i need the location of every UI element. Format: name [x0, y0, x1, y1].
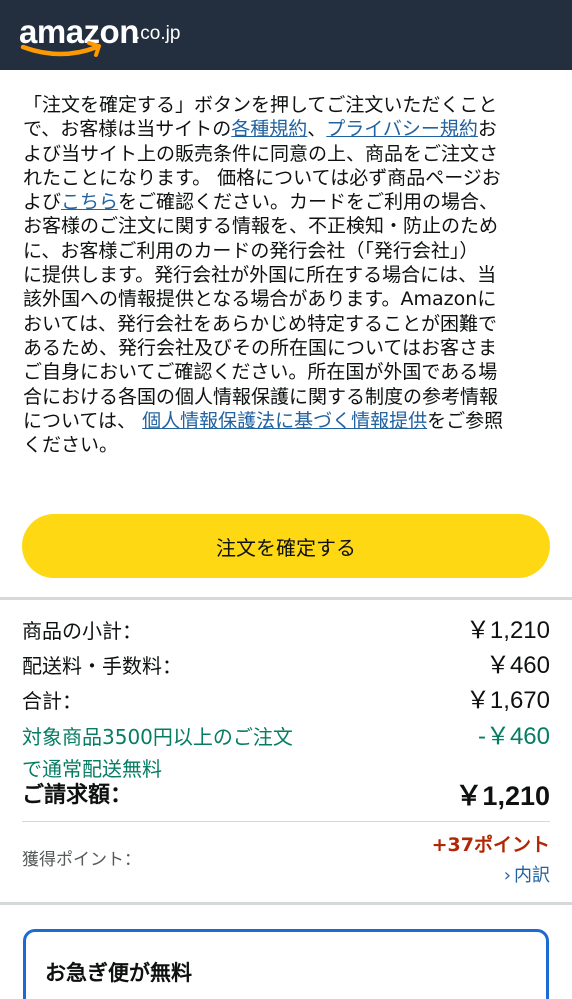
terms-line: あるため、発行会社及びその所在国についてはお客さま — [23, 336, 553, 360]
section-divider — [0, 597, 572, 600]
shipping-row: 配送料・手数料： ￥460 — [22, 651, 550, 681]
subtotal-label: 商品の小計： — [22, 619, 142, 643]
breakdown-label: 内訳 — [514, 865, 550, 886]
terms-text: ください。 — [23, 434, 119, 457]
terms-line: 該外国への情報提供となる場合があります。Amazonに — [23, 287, 553, 311]
total-value: ￥1,670 — [465, 687, 550, 714]
points-breakdown-link[interactable]: › 内訳 — [504, 861, 550, 887]
terms-text: おいては、発行会社をあらかじめ特定することが困難で — [23, 312, 498, 335]
terms-line: 「注文を確定する」ボタンを押してご注文いただくこと — [23, 93, 553, 117]
terms-line: れたことになります。 価格については必ず商品ページお — [23, 166, 553, 190]
terms-line: ください。 — [23, 433, 553, 457]
subtotal-row: 商品の小計： ￥1,210 — [22, 616, 550, 646]
place-order-button[interactable]: 注文を確定する — [22, 514, 550, 578]
terms-link[interactable]: こちら — [61, 191, 118, 213]
terms-line: に提供します。発行会社が外国に所在する場合には、当 — [23, 263, 553, 287]
terms-text: に、お客様ご利用のカードの発行会社（「発行会社」） — [23, 239, 479, 262]
promo-row: 対象商品3500円以上のご注文 -￥460 — [22, 722, 550, 752]
terms-line: に、お客様ご利用のカードの発行会社（「発行会社」） — [23, 239, 553, 263]
chevron-right-icon: › — [503, 865, 511, 886]
terms-line: お客様のご注文に関する情報を、不正検知・防止のため — [23, 214, 553, 238]
section-divider — [0, 902, 572, 905]
order-total-row: ご請求額： ￥1,210 — [22, 781, 550, 811]
terms-link[interactable]: 各種規約 — [231, 118, 307, 140]
terms-line: については、 個人情報保護法に基づく情報提供をご参照 — [23, 409, 553, 433]
promo-label: 対象商品3500円以上のご注文 — [22, 725, 293, 749]
terms-text: をご確認ください。カードをご利用の場合、 — [118, 191, 499, 214]
logo-domain: .co.jp — [135, 23, 181, 44]
terms-line: よびこちらをご確認ください。カードをご利用の場合、 — [23, 190, 553, 214]
terms-text: よび当サイト上の販売条件に同意の上、商品をご注文さ — [23, 142, 499, 165]
terms-text: をご参照 — [427, 409, 504, 432]
points-value: +37ポイント — [431, 834, 550, 856]
free-express-card[interactable]: お急ぎ便が無料 — [23, 929, 549, 999]
promo-label-line2: で通常配送無料 — [22, 757, 162, 781]
shipping-label: 配送料・手数料： — [22, 654, 182, 678]
terms-text: については、 — [23, 409, 143, 432]
terms-text: お客様のご注文に関する情報を、不正検知・防止のため — [23, 215, 499, 238]
terms-text: れたことになります。 価格については必ず商品ページお — [23, 166, 501, 189]
points-divider — [22, 821, 550, 822]
terms-text: 「注文を確定する」ボタンを押してご注文いただくこと — [23, 94, 498, 116]
terms-text: 、 — [307, 118, 327, 141]
terms-text: お — [477, 118, 497, 141]
terms-text: よび — [23, 191, 62, 214]
terms-link[interactable]: 個人情報保護法に基づく情報提供 — [142, 410, 427, 432]
promo-value: -￥460 — [477, 723, 550, 750]
subtotal-value: ￥1,210 — [465, 617, 550, 644]
terms-line: おいては、発行会社をあらかじめ特定することが困難で — [23, 312, 553, 336]
terms-line: で、お客様は当サイトの各種規約、プライバシー規約お — [23, 117, 553, 141]
terms-link[interactable]: プライバシー規約 — [326, 118, 478, 140]
amazon-smile-icon — [20, 41, 101, 57]
terms-notice: 「注文を確定する」ボタンを押してご注文いただくこと で、お客様は当サイトの各種規約… — [23, 93, 553, 457]
total-label: 合計： — [22, 689, 82, 713]
shipping-value: ￥460 — [485, 652, 550, 679]
terms-text: 該外国への情報提供となる場合があります。Amazonに — [23, 288, 497, 311]
terms-line: よび当サイト上の販売条件に同意の上、商品をご注文さ — [23, 142, 553, 166]
header-bar: amazon .co.jp — [0, 0, 572, 70]
terms-text: あるため、発行会社及びその所在国についてはお客さま — [23, 336, 498, 359]
terms-text: で、お客様は当サイトの — [23, 118, 232, 141]
free-express-title: お急ぎ便が無料 — [45, 961, 192, 985]
terms-line: ご自身においてご確認ください。所在国が外国である場 — [23, 360, 553, 384]
points-label: 獲得ポイント： — [22, 850, 141, 870]
terms-text: に提供します。発行会社が外国に所在する場合には、当 — [23, 264, 497, 287]
terms-text: 合における各国の個人情報保護に関する制度の参考情報 — [23, 385, 499, 408]
total-row: 合計： ￥1,670 — [22, 686, 550, 716]
terms-text: ご自身においてご確認ください。所在国が外国である場 — [23, 361, 498, 384]
order-total-value: ￥1,210 — [455, 781, 550, 811]
order-total-label: ご請求額： — [22, 783, 133, 808]
terms-line: 合における各国の個人情報保護に関する制度の参考情報 — [23, 385, 553, 409]
